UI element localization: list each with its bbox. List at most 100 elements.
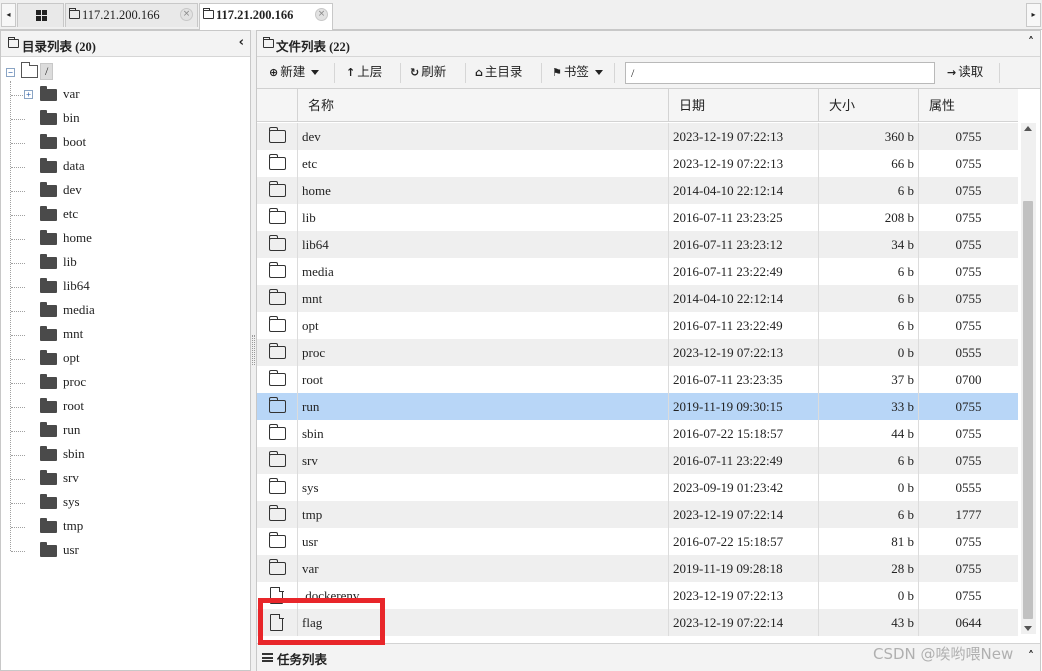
- file-permission[interactable]: 0755: [918, 177, 1018, 204]
- file-row[interactable]: sbin 2016-07-22 15:18:57 44 b 0755: [257, 420, 1018, 447]
- tree-item-tmp[interactable]: tmp: [11, 517, 225, 537]
- tab-server-1[interactable]: 117.21.200.166 ×: [65, 3, 198, 27]
- file-permission[interactable]: 1777: [918, 501, 1018, 528]
- file-row[interactable]: root 2016-07-11 23:23:35 37 b 0700: [257, 366, 1018, 393]
- file-permission[interactable]: 0755: [918, 231, 1018, 258]
- bookmark-button[interactable]: ⚑ 书签: [552, 61, 603, 83]
- file-permission[interactable]: 0755: [918, 582, 1018, 609]
- read-button[interactable]: → 读取: [947, 61, 983, 83]
- tree-item-boot[interactable]: boot: [11, 133, 225, 153]
- tree-item-data[interactable]: data: [11, 157, 225, 177]
- file-row[interactable]: etc 2023-12-19 07:22:13 66 b 0755: [257, 150, 1018, 177]
- tree-item-media[interactable]: media: [11, 301, 225, 321]
- tree-collapse-toggle[interactable]: −: [6, 68, 15, 77]
- file-row[interactable]: mnt 2014-04-10 22:12:14 6 b 0755: [257, 285, 1018, 312]
- file-name[interactable]: lib: [297, 204, 668, 231]
- file-name[interactable]: media: [297, 258, 668, 285]
- size-column-header[interactable]: 大小: [818, 89, 918, 122]
- close-icon[interactable]: ×: [315, 8, 328, 21]
- date-column-header[interactable]: 日期: [668, 89, 818, 122]
- parent-dir-button[interactable]: ↑ 上层: [346, 61, 382, 83]
- tree-item-dev[interactable]: dev: [11, 181, 225, 201]
- file-name[interactable]: lib64: [297, 231, 668, 258]
- file-permission[interactable]: 0755: [918, 204, 1018, 231]
- file-row[interactable]: dev 2023-12-19 07:22:13 360 b 0755: [257, 123, 1018, 150]
- tree-item-home[interactable]: home: [11, 229, 225, 249]
- file-permission[interactable]: 0755: [918, 150, 1018, 177]
- file-row[interactable]: opt 2016-07-11 23:22:49 6 b 0755: [257, 312, 1018, 339]
- file-name[interactable]: sys: [297, 474, 668, 501]
- file-name[interactable]: mnt: [297, 285, 668, 312]
- tree-item-etc[interactable]: etc: [11, 205, 225, 225]
- file-permission[interactable]: 0644: [918, 609, 1018, 636]
- file-row[interactable]: proc 2023-12-19 07:22:13 0 b 0555: [257, 339, 1018, 366]
- file-name[interactable]: run: [297, 393, 668, 420]
- file-permission[interactable]: 0755: [918, 420, 1018, 447]
- tree-item-usr[interactable]: usr: [11, 541, 225, 561]
- file-name[interactable]: srv: [297, 447, 668, 474]
- name-column-header[interactable]: 名称: [297, 89, 668, 122]
- tab-home[interactable]: [17, 3, 64, 27]
- file-name[interactable]: opt: [297, 312, 668, 339]
- file-row[interactable]: home 2014-04-10 22:12:14 6 b 0755: [257, 177, 1018, 204]
- file-name[interactable]: var: [297, 555, 668, 582]
- file-name[interactable]: usr: [297, 528, 668, 555]
- tree-item-sys[interactable]: sys: [11, 493, 225, 513]
- file-row[interactable]: var 2019-11-19 09:28:18 28 b 0755: [257, 555, 1018, 582]
- tree-item-lib64[interactable]: lib64: [11, 277, 225, 297]
- tree-item-bin[interactable]: bin: [11, 109, 225, 129]
- tree-item-srv[interactable]: srv: [11, 469, 225, 489]
- tree-root-label[interactable]: /: [40, 63, 54, 80]
- file-row[interactable]: media 2016-07-11 23:22:49 6 b 0755: [257, 258, 1018, 285]
- new-button[interactable]: ⊕ 新建: [269, 61, 320, 83]
- file-permission[interactable]: 0555: [918, 474, 1018, 501]
- file-name[interactable]: home: [297, 177, 668, 204]
- file-permission[interactable]: 0755: [918, 258, 1018, 285]
- file-name[interactable]: proc: [297, 339, 668, 366]
- refresh-button[interactable]: ↻ 刷新: [410, 61, 446, 83]
- tree-expand-toggle[interactable]: +: [24, 90, 33, 99]
- file-row[interactable]: lib64 2016-07-11 23:23:12 34 b 0755: [257, 231, 1018, 258]
- file-permission[interactable]: 0755: [918, 555, 1018, 582]
- expand-task-panel-button[interactable]: ˄: [1028, 649, 1034, 663]
- file-name[interactable]: sbin: [297, 420, 668, 447]
- file-permission[interactable]: 0755: [918, 528, 1018, 555]
- tree-item-sbin[interactable]: sbin: [11, 445, 225, 465]
- home-dir-button[interactable]: ⌂ 主目录: [475, 61, 522, 83]
- tree-item-var[interactable]: + var: [11, 85, 225, 105]
- tab-server-2-active[interactable]: 117.21.200.166 ×: [199, 3, 333, 30]
- tree-item-lib[interactable]: lib: [11, 253, 225, 273]
- file-row[interactable]: lib 2016-07-11 23:23:25 208 b 0755: [257, 204, 1018, 231]
- file-name[interactable]: tmp: [297, 501, 668, 528]
- tree-item-run[interactable]: run: [11, 421, 225, 441]
- file-row[interactable]: tmp 2023-12-19 07:22:14 6 b 1777: [257, 501, 1018, 528]
- collapse-file-list-button[interactable]: ˄: [1028, 35, 1034, 49]
- scrollbar-thumb[interactable]: [1023, 201, 1033, 619]
- file-name[interactable]: dev: [297, 123, 668, 150]
- vertical-scrollbar[interactable]: [1021, 123, 1036, 634]
- file-name[interactable]: etc: [297, 150, 668, 177]
- file-permission[interactable]: 0755: [918, 447, 1018, 474]
- permission-column-header[interactable]: 属性: [918, 89, 1018, 122]
- tree-item-opt[interactable]: opt: [11, 349, 225, 369]
- file-row[interactable]: sys 2023-09-19 01:23:42 0 b 0555: [257, 474, 1018, 501]
- file-permission[interactable]: 0555: [918, 339, 1018, 366]
- path-input[interactable]: [625, 62, 935, 84]
- splitter-grip[interactable]: [252, 335, 255, 365]
- file-row[interactable]: srv 2016-07-11 23:22:49 6 b 0755: [257, 447, 1018, 474]
- tab-scroll-left-button[interactable]: ◂: [1, 3, 16, 27]
- file-row[interactable]: usr 2016-07-22 15:18:57 81 b 0755: [257, 528, 1018, 555]
- collapse-left-button[interactable]: ‹: [239, 35, 244, 50]
- file-permission[interactable]: 0700: [918, 366, 1018, 393]
- tree-item-root[interactable]: root: [11, 397, 225, 417]
- file-permission[interactable]: 0755: [918, 285, 1018, 312]
- tab-scroll-right-button[interactable]: ▸: [1026, 3, 1041, 27]
- scroll-down-icon[interactable]: [1024, 626, 1032, 631]
- file-permission[interactable]: 0755: [918, 123, 1018, 150]
- scroll-up-icon[interactable]: [1024, 126, 1032, 131]
- tree-item-proc[interactable]: proc: [11, 373, 225, 393]
- file-permission[interactable]: 0755: [918, 312, 1018, 339]
- file-permission[interactable]: 0755: [918, 393, 1018, 420]
- file-row[interactable]: run 2019-11-19 09:30:15 33 b 0755: [257, 393, 1018, 420]
- close-icon[interactable]: ×: [180, 8, 193, 21]
